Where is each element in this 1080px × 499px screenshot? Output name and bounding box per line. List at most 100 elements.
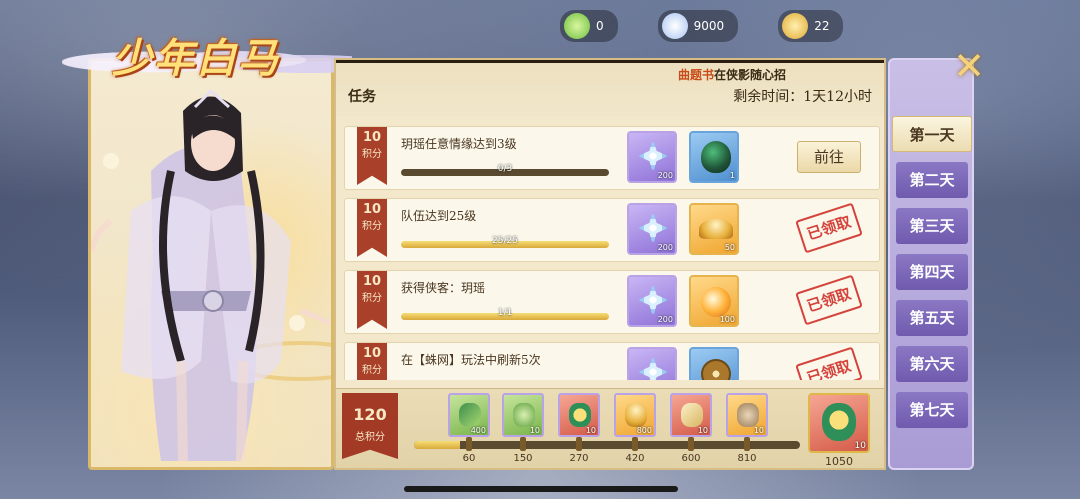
jade-leaf-icon (459, 403, 481, 427)
task-points-ribbon: 10 积分 (357, 271, 387, 329)
reward-qty: 10 (529, 426, 540, 435)
reward-slot[interactable] (689, 347, 739, 380)
resource-value: 22 (814, 19, 830, 33)
crystal-currency-icon (661, 13, 688, 39)
tab-day-6[interactable]: 第六天 (896, 346, 968, 382)
claimed-stamp: 已领取 (795, 346, 863, 380)
reward-qty: 10 (585, 426, 596, 435)
reward-slot[interactable]: 100 (689, 275, 739, 327)
milestone-tick (520, 437, 526, 451)
task-points-ribbon: 10 积分 (357, 343, 387, 380)
milestone-tick (576, 437, 582, 451)
dragon-jade-icon (513, 403, 535, 427)
task-name: 队伍达到25级 (401, 209, 477, 223)
task-points: 10 (362, 130, 382, 145)
tab-day-2[interactable]: 第二天 (896, 162, 968, 198)
event-subtitle: 曲题书在侠影随心招 (678, 66, 786, 83)
milestone-reward[interactable]: 800 (614, 393, 656, 437)
time-remaining: 剩余时间：1天12小时 (733, 89, 872, 105)
milestone-reward[interactable]: 10 (502, 393, 544, 437)
star-crystal-icon (638, 139, 668, 173)
goto-button[interactable]: 前往 (797, 141, 861, 173)
reward-slot[interactable]: 200 (627, 275, 677, 327)
tab-day-4[interactable]: 第四天 (896, 254, 968, 290)
task-points-unit: 积分 (362, 293, 382, 304)
task-row: 10 积分 在【蛛网】玩法中刷新5次 已领取 (344, 342, 880, 380)
task-points-unit: 积分 (362, 221, 382, 232)
resource-gold[interactable]: 22 (778, 10, 844, 42)
task-points: 10 (362, 346, 382, 361)
milestone-label: 60 (462, 453, 476, 464)
jade-currency-icon (564, 13, 590, 39)
claimed-stamp: 已领取 (795, 202, 863, 254)
tab-day-1[interactable]: 第一天 (892, 116, 972, 152)
task-name: 玥瑶任意情缘达到3级 (401, 137, 517, 151)
scroll-icon (681, 403, 703, 427)
reward-qty: 100 (719, 315, 735, 324)
total-points: 120 (353, 405, 387, 424)
character-panel (88, 58, 334, 470)
task-name: 在【蛛网】玩法中刷新5次 (401, 353, 541, 367)
resource-bar: 0 9000 22 (560, 10, 844, 42)
task-panel: 曲题书在侠影随心招 任务 剩余时间：1天12小时 10 积分 玥瑶任意情缘达到3… (334, 58, 886, 470)
tab-day-7[interactable]: 第七天 (896, 392, 968, 428)
final-milestone-label: 1050 (825, 455, 853, 468)
character-portrait (91, 88, 331, 462)
milestone-label: 150 (513, 453, 533, 464)
subtitle-text: 在侠影随心招 (713, 68, 786, 82)
resource-jade[interactable]: 0 (560, 10, 618, 42)
task-list[interactable]: 10 积分 玥瑶任意情缘达到3级 0/3 200 1 前往 10 积分 队伍达到… (344, 126, 880, 380)
reward-slot[interactable]: 200 (627, 131, 677, 183)
claimed-stamp: 已领取 (795, 274, 863, 326)
total-points-label: 总积分 (355, 432, 385, 443)
milestone-tick (466, 437, 472, 451)
task-points-ribbon: 10 积分 (357, 199, 387, 257)
reward-qty: 200 (657, 315, 673, 324)
reward-slot[interactable]: 200 (627, 203, 677, 255)
copper-coin-icon (701, 359, 731, 380)
milestone-reward[interactable]: 10 (670, 393, 712, 437)
final-reward[interactable]: 10 (808, 393, 870, 453)
subtitle-highlight: 曲题书 (677, 68, 714, 82)
milestone-label: 810 (737, 453, 757, 464)
task-progress-text: 1/1 (497, 308, 513, 318)
home-indicator[interactable] (404, 486, 678, 492)
star-crystal-icon (638, 355, 668, 380)
milestone-label: 600 (681, 453, 701, 464)
points-progress-section: 120 总积分 400 10 10 800 10 10 60 150 270 4… (336, 388, 884, 468)
resource-value: 9000 (693, 19, 725, 33)
ore-icon (737, 403, 759, 427)
milestone-reward[interactable]: 10 (558, 393, 600, 437)
reward-qty: 800 (636, 426, 652, 435)
milestone-reward[interactable]: 10 (726, 393, 768, 437)
task-row: 10 积分 玥瑶任意情缘达到3级 0/3 200 1 前往 (344, 126, 880, 190)
reward-qty: 400 (470, 426, 486, 435)
task-row: 10 积分 获得侠客：玥瑶 1/1 200 100 已领取 (344, 270, 880, 334)
total-points-badge: 120 总积分 (342, 393, 398, 459)
task-points: 10 (362, 274, 382, 289)
task-points-unit: 积分 (362, 365, 382, 376)
reward-slot[interactable]: 1 (689, 131, 739, 183)
milestone-tick (632, 437, 638, 451)
task-progress-text: 0/3 (497, 164, 513, 174)
header-divider (336, 60, 884, 63)
reward-qty: 50 (724, 243, 735, 252)
close-icon[interactable]: ✕ (948, 46, 990, 88)
milestone-reward[interactable]: 400 (448, 393, 490, 437)
reward-slot[interactable]: 50 (689, 203, 739, 255)
reward-qty: 200 (657, 171, 673, 180)
gold-ingot-icon (625, 403, 647, 427)
gold-ingot-icon (699, 219, 733, 239)
reward-qty: 200 (657, 243, 673, 252)
task-points-ribbon: 10 积分 (357, 127, 387, 185)
reward-slot[interactable] (627, 347, 677, 380)
grand-pouch-icon (822, 403, 856, 441)
tab-day-3[interactable]: 第三天 (896, 208, 968, 244)
jade-pot-icon (701, 141, 731, 173)
tab-day-5[interactable]: 第五天 (896, 300, 968, 336)
star-crystal-icon (638, 283, 668, 317)
task-points-unit: 积分 (362, 149, 382, 160)
gold-currency-icon (782, 13, 809, 39)
event-title: 少年白马 (112, 35, 280, 82)
resource-crystal[interactable]: 9000 (657, 10, 739, 42)
